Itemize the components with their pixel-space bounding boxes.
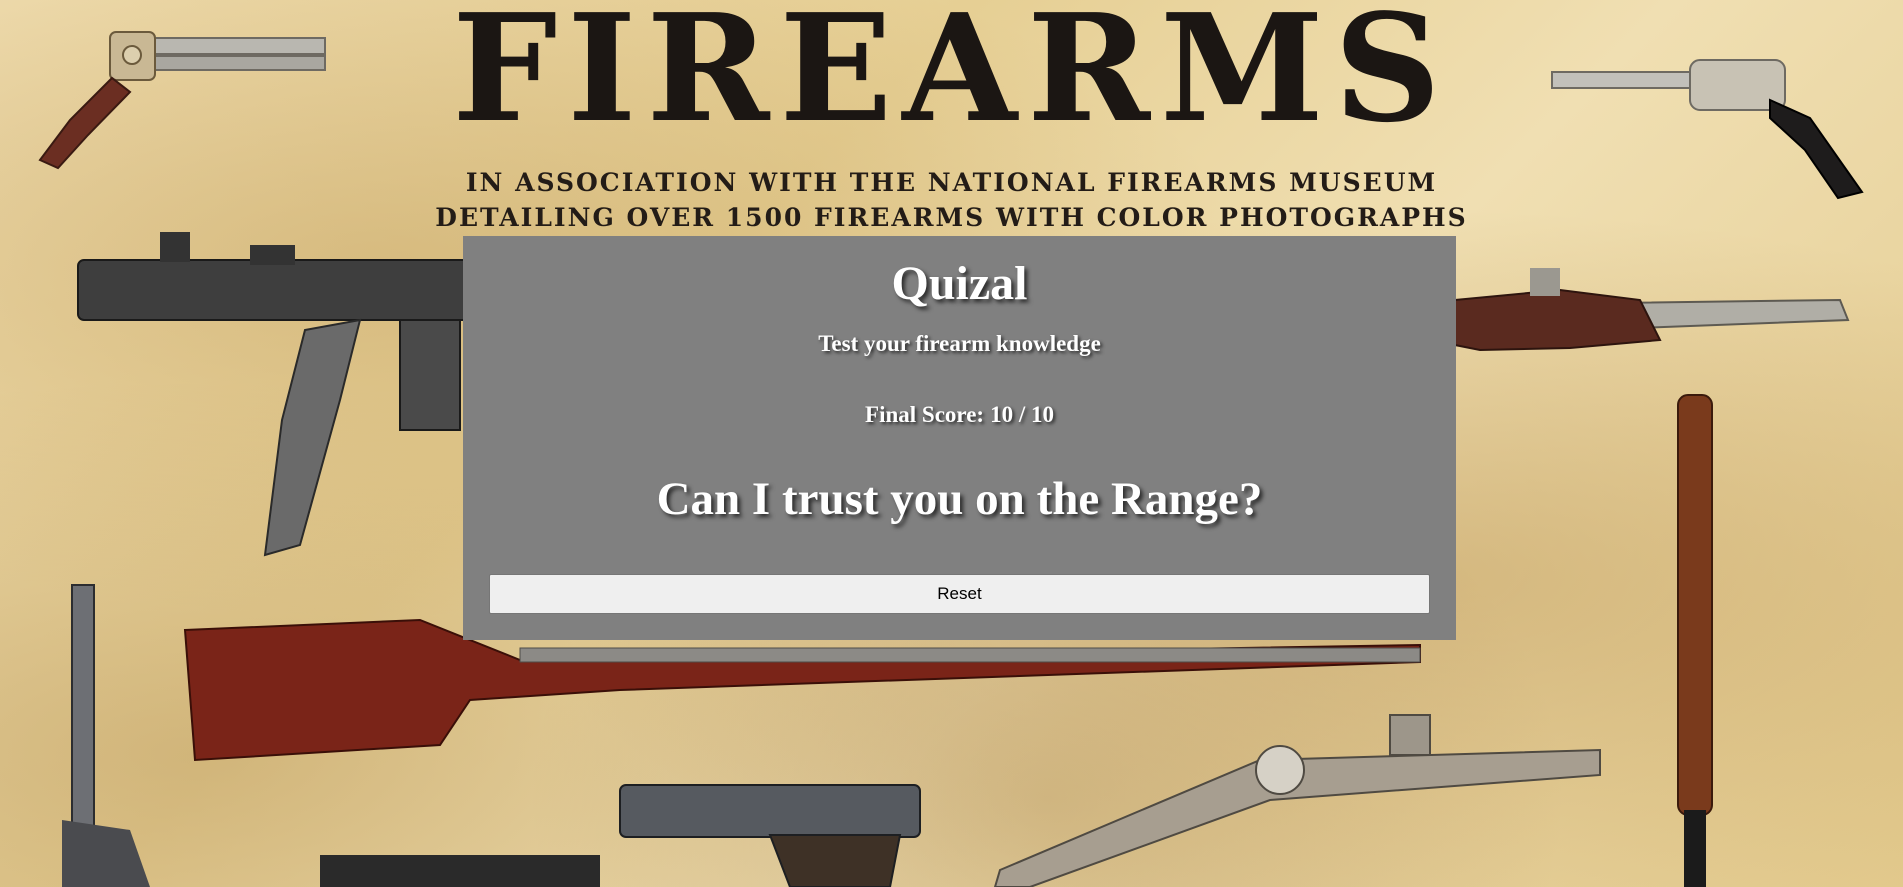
quiz-panel: Quizal Test your firearm knowledge Final…	[463, 236, 1456, 640]
quiz-title: Quizal	[891, 257, 1028, 310]
rod-icon	[1677, 394, 1713, 887]
flintlock-pistol-icon	[1454, 268, 1850, 352]
rifle-icon	[183, 618, 1421, 762]
quiz-tagline: Test your firearm knowledge	[818, 331, 1101, 356]
semi-auto-pistol-icon	[320, 784, 921, 887]
left-revolver-icon	[62, 584, 150, 887]
result-verdict: Can I trust you on the Range?	[656, 473, 1263, 525]
final-score-label: Final Score:	[865, 402, 985, 427]
final-score-value: 10 / 10	[990, 402, 1054, 427]
wheellock-pistol-icon	[993, 714, 1601, 887]
derringer-pistol-icon	[38, 31, 326, 170]
revolver-icon	[1551, 59, 1864, 200]
reset-button[interactable]: Reset	[489, 574, 1430, 614]
final-score: Final Score: 10 / 10	[463, 402, 1456, 428]
submachine-gun-icon	[77, 232, 479, 557]
